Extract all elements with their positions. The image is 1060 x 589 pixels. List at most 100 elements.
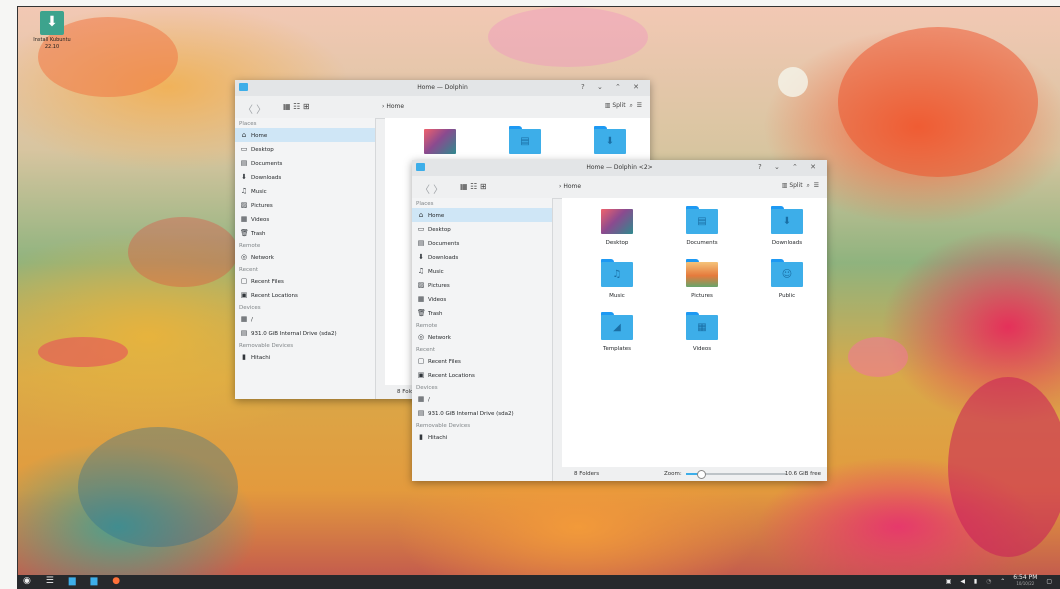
device-notifier-icon[interactable]: ▮ xyxy=(974,578,977,585)
music-icon: ♫ xyxy=(417,267,425,275)
zoom-slider[interactable] xyxy=(686,470,786,479)
places-item-label: Documents xyxy=(251,161,283,167)
places-item[interactable]: ▮ Hitachi xyxy=(235,350,375,364)
network-icon[interactable]: ◔ xyxy=(986,578,991,585)
places-item[interactable]: ▭ Desktop xyxy=(412,222,552,236)
places-item-label: / xyxy=(428,397,430,403)
folder-label: Documents xyxy=(686,240,718,246)
places-item-label: Desktop xyxy=(428,227,451,233)
folder-label: Music xyxy=(609,293,625,299)
toolbar-right[interactable]: ▥ Split ⌕ ☰ xyxy=(605,102,642,110)
places-item[interactable]: 🗑 Trash xyxy=(412,306,552,320)
trash-icon: 🗑 xyxy=(240,229,249,237)
places-item[interactable]: ▭ Desktop xyxy=(235,142,375,156)
window-controls[interactable]: ? ⌄ ⌃ ✕ xyxy=(758,163,821,171)
places-item[interactable]: ▤ Documents xyxy=(235,156,375,170)
places-item-label: Network xyxy=(428,335,451,341)
places-item-label: Downloads xyxy=(251,175,282,181)
remote-header: Remote xyxy=(416,323,438,329)
music-icon: ♫ xyxy=(240,187,248,195)
folder-documents[interactable]: ▤ xyxy=(490,126,560,160)
places-item[interactable]: ♫ Music xyxy=(235,184,375,198)
application-launcher-icon[interactable]: ◉ xyxy=(23,576,31,586)
clipboard-icon[interactable]: ▣ xyxy=(946,578,952,585)
recent-files-icon: ▢ xyxy=(240,277,248,285)
folder-desktop[interactable] xyxy=(405,126,475,160)
desktop-screen: ⬇ Install Kubuntu 22.10 Home — Dolphin ?… xyxy=(17,6,1060,576)
root-drive-icon: ▦ xyxy=(240,315,248,323)
recent-header: Recent xyxy=(416,347,436,353)
places-item[interactable]: ▢ Recent Files xyxy=(235,274,375,288)
places-item[interactable]: ◎ Network xyxy=(235,250,375,264)
folder-label: Templates xyxy=(603,346,631,352)
file-view[interactable]: Desktop ▤ Documents ⬇ Downloads ♫ Music Picture… xyxy=(562,198,827,467)
window-titlebar[interactable]: Home — Dolphin ? ⌄ ⌃ ✕ xyxy=(235,80,650,96)
desktop-icon-label: Install Kubuntu 22.10 xyxy=(33,37,71,50)
folder-item[interactable]: ▦ Videos xyxy=(667,312,737,352)
folder-item[interactable]: ⬇ Downloads xyxy=(752,206,822,246)
places-item[interactable]: ▣ Recent Locations xyxy=(235,288,375,302)
places-item[interactable]: ▤ 931.0 GiB Internal Drive (sda2) xyxy=(412,406,552,420)
pager-icon[interactable]: ☰ xyxy=(46,576,54,586)
places-item[interactable]: ▦ Videos xyxy=(412,292,552,306)
desktop-icon: ▭ xyxy=(417,225,425,233)
clock[interactable]: 6:54 PM 10/10/22 xyxy=(1013,575,1037,587)
folder-label: Desktop xyxy=(605,240,629,246)
folder-downloads[interactable]: ⬇ xyxy=(575,126,645,160)
firefox-icon[interactable]: ● xyxy=(112,576,120,586)
volume-icon[interactable]: ◀ xyxy=(960,578,965,585)
toolbar-right[interactable]: ▥ Split ⌕ ☰ xyxy=(782,182,819,190)
taskbar: ◉ ☰ ▆ ▆ ● ▣ ◀ ▮ ◔ ⌃ 6:54 PM 10/10/22 ▢ xyxy=(17,575,1060,589)
places-item[interactable]: ▦ Videos xyxy=(235,212,375,226)
remote-header: Remote xyxy=(239,243,261,249)
places-item[interactable]: ▤ Documents xyxy=(412,236,552,250)
breadcrumb[interactable]: › Home xyxy=(382,103,404,110)
places-item[interactable]: ▦ / xyxy=(235,312,375,326)
videos-icon: ▦ xyxy=(417,295,425,303)
places-item[interactable]: ▨ Pictures xyxy=(235,198,375,212)
show-desktop-icon[interactable]: ▢ xyxy=(1046,578,1052,585)
places-item[interactable]: ⬇ Downloads xyxy=(412,250,552,264)
places-item-label: Music xyxy=(428,269,444,275)
places-item-label: Videos xyxy=(251,217,270,223)
status-bar: 8 Folders Zoom: 10.6 GiB free xyxy=(562,467,827,481)
places-item[interactable]: ▢ Recent Files xyxy=(412,354,552,368)
window-controls[interactable]: ? ⌄ ⌃ ✕ xyxy=(581,83,644,91)
places-item[interactable]: ♫ Music xyxy=(412,264,552,278)
places-item[interactable]: ⌂ Home xyxy=(412,208,552,222)
network-icon: ◎ xyxy=(417,333,425,341)
folder-item[interactable]: Desktop xyxy=(582,206,652,246)
back-forward-icons[interactable]: 〈 〉 xyxy=(243,101,266,116)
folder-item[interactable]: ☺ Public xyxy=(752,259,822,299)
places-item[interactable]: ◎ Network xyxy=(412,330,552,344)
view-mode-icons[interactable]: ▦ ☷ ⊞ xyxy=(460,182,487,191)
places-item[interactable]: ▦ / xyxy=(412,392,552,406)
places-item[interactable]: ▨ Pictures xyxy=(412,278,552,292)
view-mode-icons[interactable]: ▦ ☷ ⊞ xyxy=(283,102,310,111)
places-item[interactable]: ▤ 931.0 GiB Internal Drive (sda2) xyxy=(235,326,375,340)
folder-item[interactable]: ◢ Templates xyxy=(582,312,652,352)
places-item[interactable]: ⌂ Home xyxy=(235,128,375,142)
folder-label: Pictures xyxy=(691,293,713,299)
tray-expand-icon[interactable]: ⌃ xyxy=(1000,578,1005,585)
videos-folder-icon: ▦ xyxy=(686,312,718,340)
places-item[interactable]: 🗑 Trash xyxy=(235,226,375,240)
folder-item[interactable]: Pictures xyxy=(667,259,737,299)
breadcrumb[interactable]: › Home xyxy=(559,183,581,190)
zoom-slider-handle[interactable] xyxy=(697,470,706,479)
install-kubuntu-desktop-icon[interactable]: ⬇ Install Kubuntu 22.10 xyxy=(32,11,72,51)
documents-icon: ▤ xyxy=(240,159,248,167)
folder-item[interactable]: ▤ Documents xyxy=(667,206,737,246)
removable-header: Removable Devices xyxy=(416,423,471,429)
places-item[interactable]: ▣ Recent Locations xyxy=(412,368,552,382)
folder-item[interactable]: ♫ Music xyxy=(582,259,652,299)
recent-header: Recent xyxy=(239,267,259,273)
dolphin-task-icon[interactable]: ▆ xyxy=(69,576,76,586)
dolphin-task-icon-2[interactable]: ▆ xyxy=(90,576,97,586)
places-item[interactable]: ▮ Hitachi xyxy=(412,430,552,444)
back-forward-icons[interactable]: 〈 〉 xyxy=(420,181,443,196)
recent-files-icon: ▢ xyxy=(417,357,425,365)
window-titlebar[interactable]: Home — Dolphin <2> ? ⌄ ⌃ ✕ xyxy=(412,160,827,176)
places-item[interactable]: ⬇ Downloads xyxy=(235,170,375,184)
dolphin-window-front[interactable]: Home — Dolphin <2> ? ⌄ ⌃ ✕ 〈 〉 ▦ ☷ ⊞ › H… xyxy=(412,160,827,481)
